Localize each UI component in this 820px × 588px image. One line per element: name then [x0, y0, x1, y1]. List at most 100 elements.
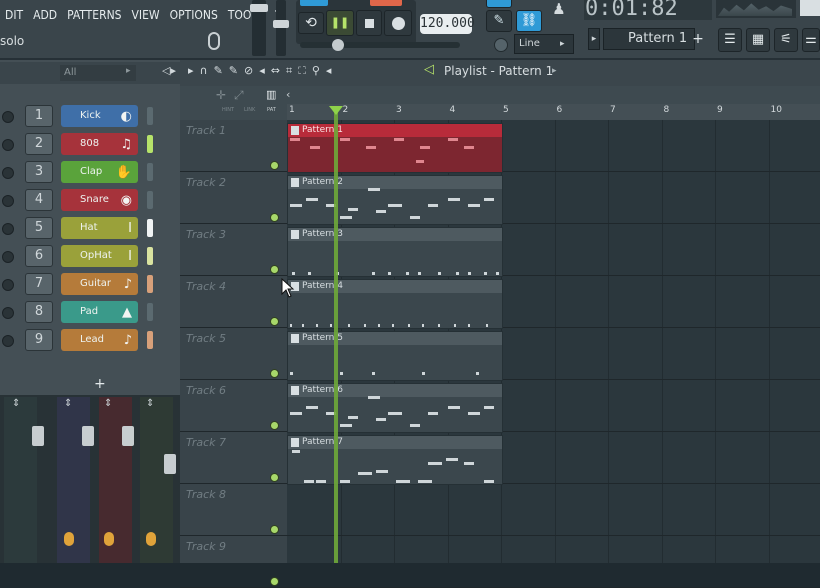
pattern-prev-icon[interactable]: ▸	[588, 28, 600, 50]
channel-filter-select[interactable]: All	[60, 65, 136, 81]
mixer-fader-2[interactable]	[82, 426, 94, 446]
stop-button[interactable]	[356, 10, 382, 36]
channel-select-indicator[interactable]	[147, 191, 153, 209]
pattern-selector[interactable]: Pattern 1	[603, 28, 695, 50]
track-name[interactable]: Track 8	[186, 488, 226, 501]
mixer-fader-3[interactable]	[122, 426, 134, 446]
add-channel-button[interactable]: +	[94, 376, 106, 392]
pause-button[interactable]: ❚❚	[326, 10, 354, 36]
pattern-clip[interactable]: Pattern 4	[287, 279, 503, 329]
master-volume-handle[interactable]	[250, 4, 268, 12]
channel-mute-led[interactable]	[2, 279, 14, 291]
channel-select-indicator[interactable]	[147, 275, 153, 293]
pattern-clip[interactable]: Pattern 6	[287, 383, 503, 433]
master-pitch-handle[interactable]	[273, 20, 289, 28]
track-name[interactable]: Track 1	[186, 124, 226, 137]
channel-select-indicator[interactable]	[147, 219, 153, 237]
menu-add[interactable]: ADD	[28, 6, 62, 28]
channel-select-indicator[interactable]	[147, 247, 153, 265]
draw-tool-button[interactable]: ✎	[486, 10, 512, 32]
pattern-song-toggle[interactable]: ⟲	[298, 12, 324, 34]
track-name[interactable]: Track 6	[186, 384, 226, 397]
track-name[interactable]: Track 9	[186, 540, 226, 553]
mixer-route-icon[interactable]	[64, 532, 74, 546]
mixer-route-icon[interactable]	[146, 532, 156, 546]
channel-mute-led[interactable]	[2, 139, 14, 151]
playhead[interactable]	[334, 112, 338, 563]
track-name[interactable]: Track 5	[186, 332, 226, 345]
channel-name-button[interactable]: Hat I	[61, 217, 138, 239]
piano-icon[interactable]: ▥	[266, 88, 282, 101]
timeline-ruler[interactable]	[287, 104, 820, 120]
channel-select-indicator[interactable]	[147, 331, 153, 349]
menu-patterns[interactable]: PATTERNS	[62, 6, 126, 28]
channel-mixer-number[interactable]: 8	[25, 301, 53, 323]
snap-select[interactable]: Line	[514, 34, 574, 54]
track-enable-led[interactable]	[270, 421, 279, 430]
channel-name-button[interactable]: Guitar ♪	[61, 273, 138, 295]
mixer-route-icon[interactable]	[104, 532, 114, 546]
channel-rack-button[interactable]: ⚟	[774, 28, 798, 52]
clip-header[interactable]: Pattern 2	[288, 176, 502, 189]
playlist-header-icons[interactable]: ✛⤢	[216, 88, 252, 103]
track-enable-led[interactable]	[270, 213, 279, 222]
track-enable-led[interactable]	[270, 317, 279, 326]
track-enable-led[interactable]	[270, 473, 279, 482]
playlist-window-button[interactable]: ☰	[718, 28, 742, 52]
pattern-clip[interactable]: Pattern 5	[287, 331, 503, 381]
track-enable-led[interactable]	[270, 265, 279, 274]
channel-mixer-number[interactable]: 7	[25, 273, 53, 295]
channel-name-button[interactable]: Kick ◐	[61, 105, 138, 127]
link-tool-button[interactable]: ⛓	[516, 10, 542, 32]
song-position-track[interactable]	[300, 42, 460, 48]
channel-name-button[interactable]: 808 ♫	[61, 133, 138, 155]
add-pattern-button[interactable]: +	[690, 28, 706, 50]
playhead-marker[interactable]	[329, 106, 343, 115]
tempo-display[interactable]: 120.000	[420, 14, 475, 34]
channel-mute-led[interactable]	[2, 111, 14, 123]
channel-mixer-number[interactable]: 5	[25, 217, 53, 239]
channel-mixer-number[interactable]: 2	[25, 133, 53, 155]
channel-select-indicator[interactable]	[147, 303, 153, 321]
channel-name-button[interactable]: Lead ♪	[61, 329, 138, 351]
clip-header[interactable]: Pattern 5	[288, 332, 502, 345]
clip-header[interactable]: Pattern 1	[288, 124, 502, 137]
track-enable-led[interactable]	[270, 577, 279, 586]
channel-name-button[interactable]: OpHat I	[61, 245, 138, 267]
channel-name-button[interactable]: Snare ◉	[61, 189, 138, 211]
channel-mute-led[interactable]	[2, 223, 14, 235]
channel-mute-led[interactable]	[2, 251, 14, 263]
mixer-button[interactable]: ⚌	[802, 28, 820, 52]
metronome-icon[interactable]: ♟	[546, 0, 572, 20]
track-enable-led[interactable]	[270, 369, 279, 378]
track-enable-led[interactable]	[270, 161, 279, 170]
channel-mixer-number[interactable]: 1	[25, 105, 53, 127]
channel-select-indicator[interactable]	[147, 163, 153, 181]
channel-mute-led[interactable]	[2, 307, 14, 319]
clip-header[interactable]: Pattern 6	[288, 384, 502, 397]
clip-header[interactable]: Pattern 4	[288, 280, 502, 293]
channel-mute-led[interactable]	[2, 195, 14, 207]
pattern-clip[interactable]: Pattern 3	[287, 227, 503, 277]
track-enable-led[interactable]	[270, 525, 279, 534]
menu-options[interactable]: OPTIONS	[165, 6, 223, 28]
snap-mode-button[interactable]	[486, 0, 512, 8]
pattern-clip[interactable]: Pattern 1	[287, 123, 503, 173]
channel-select-indicator[interactable]	[147, 107, 153, 125]
menu-view[interactable]: VIEW	[127, 6, 165, 28]
scroll-left-icon[interactable]: ‹	[286, 88, 300, 102]
mixer-fader-1[interactable]	[32, 426, 44, 446]
menu-edit[interactable]: DIT	[0, 6, 28, 28]
channel-name-button[interactable]: Pad ▲	[61, 301, 138, 323]
pattern-clip[interactable]: Pattern 2	[287, 175, 503, 225]
channel-name-button[interactable]: Clap ✋	[61, 161, 138, 183]
channel-select-indicator[interactable]	[147, 135, 153, 153]
track-name[interactable]: Track 4	[186, 280, 226, 293]
channel-mixer-number[interactable]: 9	[25, 329, 53, 351]
channel-mute-led[interactable]	[2, 335, 14, 347]
clip-header[interactable]: Pattern 3	[288, 228, 502, 241]
master-pitch-slider[interactable]	[276, 0, 286, 56]
channel-mute-led[interactable]	[2, 167, 14, 179]
channel-mixer-number[interactable]: 6	[25, 245, 53, 267]
snap-knob[interactable]	[494, 38, 508, 52]
